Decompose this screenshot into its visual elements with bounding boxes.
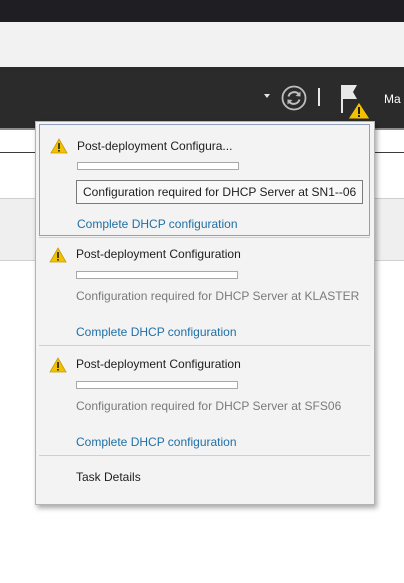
divider (39, 455, 370, 456)
notification-progress-bar (76, 271, 238, 279)
complete-dhcp-configuration-link[interactable]: Complete DHCP configuration (76, 435, 237, 449)
notification-item: Post-deployment Configura... Configurati… (39, 124, 370, 236)
warning-icon (49, 357, 67, 373)
notification-item: Post-deployment Configuration Configurat… (39, 238, 370, 346)
toolbar-strip (0, 22, 404, 67)
warning-icon (49, 247, 67, 263)
header-separator (318, 88, 320, 106)
caret-down-icon[interactable] (264, 94, 270, 98)
notification-description: Configuration required for DHCP Server a… (76, 289, 360, 303)
refresh-icon[interactable] (281, 85, 307, 111)
notification-title: Post-deployment Configura... (77, 139, 233, 153)
notification-title: Post-deployment Configuration (76, 357, 241, 371)
notifications-flag-icon[interactable] (338, 82, 372, 120)
notification-description: Configuration required for DHCP Server a… (76, 399, 342, 413)
notification-item: Post-deployment Configuration Configurat… (39, 348, 370, 456)
notification-progress-bar (76, 381, 238, 389)
complete-dhcp-configuration-link[interactable]: Complete DHCP configuration (76, 325, 237, 339)
manage-menu[interactable]: Ma (384, 92, 401, 106)
notifications-popup: Post-deployment Configura... Configurati… (35, 121, 375, 505)
window-titlebar (0, 0, 404, 22)
divider (39, 345, 370, 346)
notification-progress-bar (77, 162, 239, 170)
complete-dhcp-configuration-link[interactable]: Complete DHCP configuration (77, 217, 238, 231)
notification-title: Post-deployment Configuration (76, 247, 241, 261)
task-details-link[interactable]: Task Details (76, 470, 141, 484)
tooltip: Configuration required for DHCP Server a… (76, 180, 364, 204)
warning-icon (50, 138, 68, 154)
